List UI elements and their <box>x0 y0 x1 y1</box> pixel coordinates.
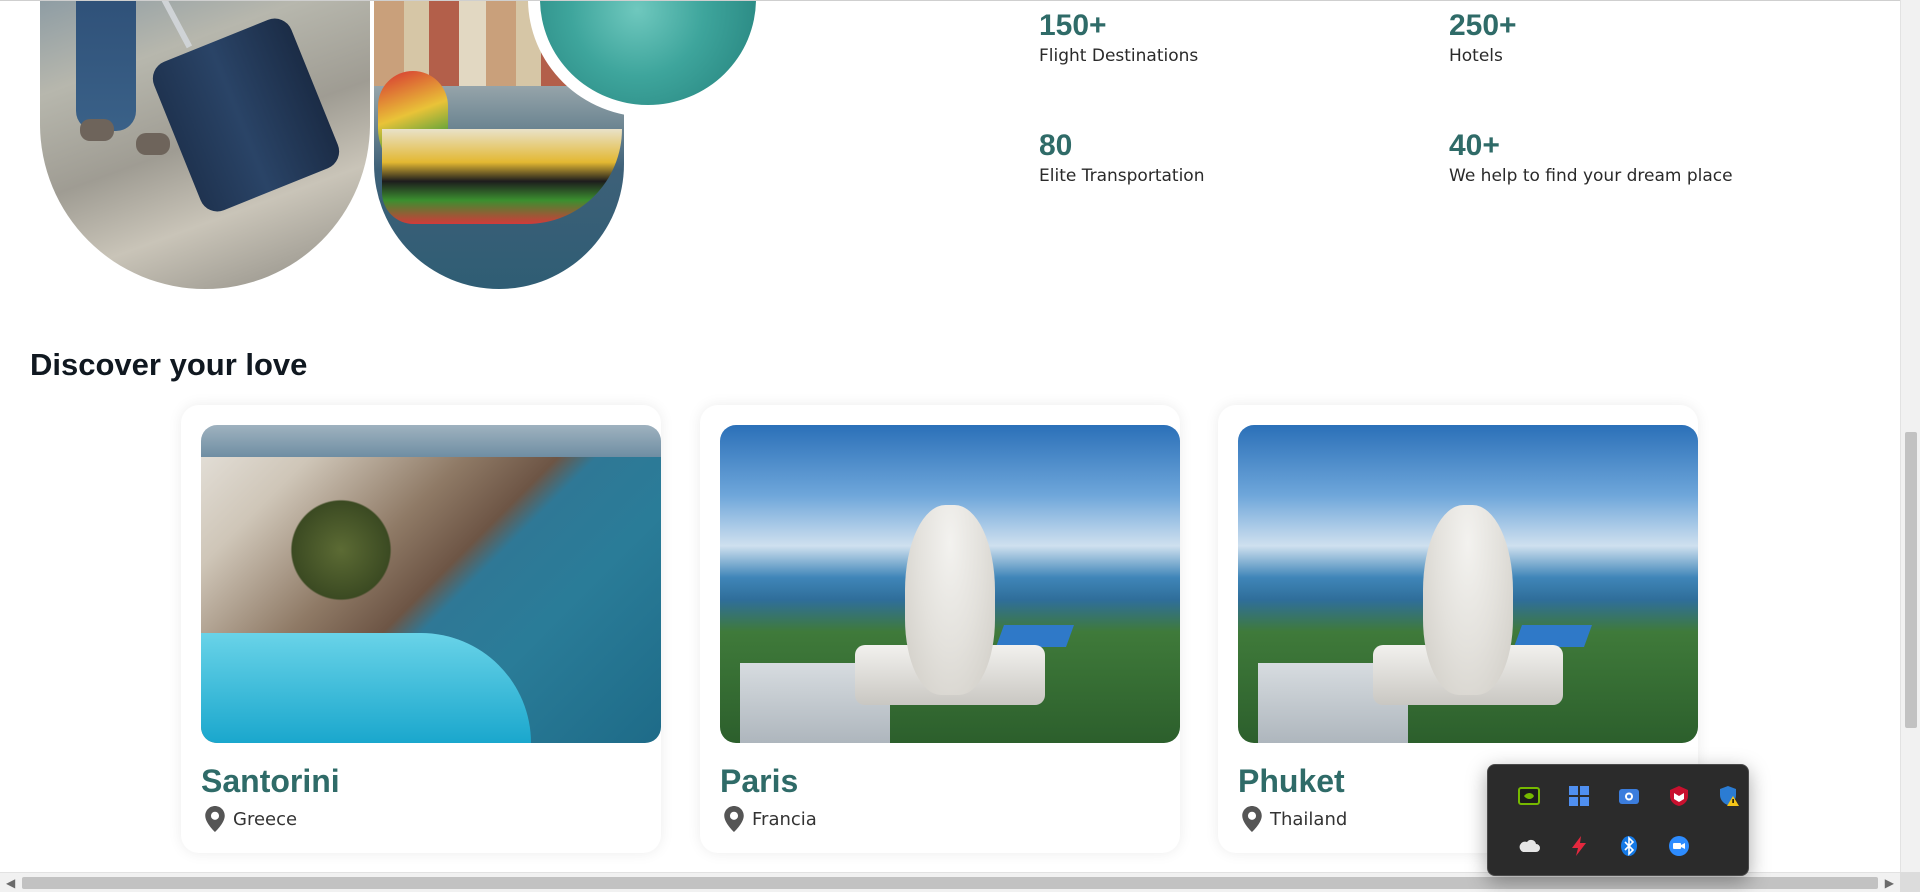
card-image <box>1238 425 1698 743</box>
destination-card-paris[interactable]: Paris Francia <box>700 405 1180 853</box>
stat-label: Hotels <box>1449 46 1503 66</box>
card-title: Paris <box>720 763 799 799</box>
screenshot-icon[interactable] <box>1616 783 1642 809</box>
vertical-scrollbar-thumb[interactable] <box>1905 432 1917 728</box>
bluetooth-icon[interactable] <box>1616 833 1642 859</box>
system-tray-flyout <box>1487 764 1749 876</box>
card-location-text: Greece <box>233 808 298 830</box>
card-location-text: Thailand <box>1270 808 1348 830</box>
stat-value: 80 <box>1039 129 1073 162</box>
horizontal-scrollbar-thumb[interactable] <box>22 877 1878 889</box>
location-pin-icon <box>205 806 225 832</box>
task-manager-icon[interactable] <box>1566 783 1592 809</box>
security-warning-icon[interactable] <box>1716 783 1742 809</box>
scroll-left-arrow-icon[interactable]: ◀ <box>6 876 15 890</box>
destination-card-santorini[interactable]: Santorini Greece <box>181 405 661 853</box>
section-title: Discover your love <box>30 347 308 382</box>
stat-hotels: 250+ Hotels <box>1449 9 1517 67</box>
stat-label: Elite Transportation <box>1039 166 1205 186</box>
stat-elite-transportation: 80 Elite Transportation <box>1039 129 1204 187</box>
card-location: Francia <box>724 806 817 832</box>
stat-label: We help to find your dream place <box>1449 166 1733 186</box>
scroll-right-arrow-icon[interactable]: ▶ <box>1885 876 1894 890</box>
stat-dream-place: 40+ We help to find your dream place <box>1449 129 1733 187</box>
card-location: Thailand <box>1242 806 1347 832</box>
stat-value: 150+ <box>1039 9 1107 42</box>
stat-value: 40+ <box>1449 129 1500 162</box>
stat-flight-destinations: 150+ Flight Destinations <box>1039 9 1198 67</box>
card-title: Phuket <box>1238 763 1345 799</box>
nvidia-icon[interactable] <box>1516 783 1542 809</box>
card-image <box>201 425 661 743</box>
vertical-scrollbar[interactable] <box>1900 0 1920 872</box>
mcafee-icon[interactable] <box>1666 783 1692 809</box>
stat-label: Flight Destinations <box>1039 46 1199 66</box>
card-location-text: Francia <box>752 808 817 830</box>
card-image <box>720 425 1180 743</box>
zoom-icon[interactable] <box>1666 833 1692 859</box>
location-pin-icon <box>724 806 744 832</box>
stat-value: 250+ <box>1449 9 1517 42</box>
card-title: Santorini <box>201 763 340 799</box>
location-pin-icon <box>1242 806 1262 832</box>
flash-icon[interactable] <box>1566 833 1592 859</box>
page: 150+ Flight Destinations 250+ Hotels 80 … <box>0 0 1900 872</box>
luggage-photo <box>40 1 370 289</box>
card-location: Greece <box>205 806 297 832</box>
onedrive-icon[interactable] <box>1516 833 1542 859</box>
scrollbar-corner <box>1900 872 1920 892</box>
